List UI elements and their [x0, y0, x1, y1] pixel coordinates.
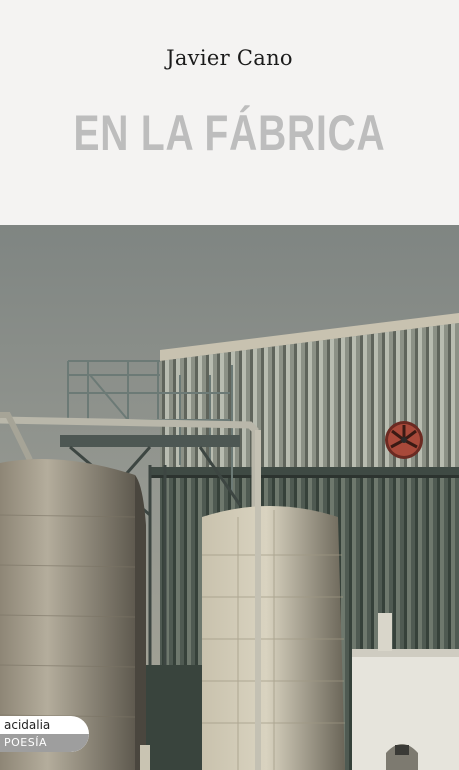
book-title: EN LA FÁBRICA [73, 105, 386, 161]
collection-band: POESÍA [0, 734, 89, 752]
cover-header: Javier Cano EN LA FÁBRICA [0, 0, 459, 225]
author-name: Javier Cano [166, 46, 293, 70]
publisher-badge: acidalia POESÍA [0, 716, 89, 752]
imprint-label: acidalia [4, 718, 51, 732]
cover-photo [0, 225, 459, 770]
collection-label: POESÍA [4, 736, 47, 749]
